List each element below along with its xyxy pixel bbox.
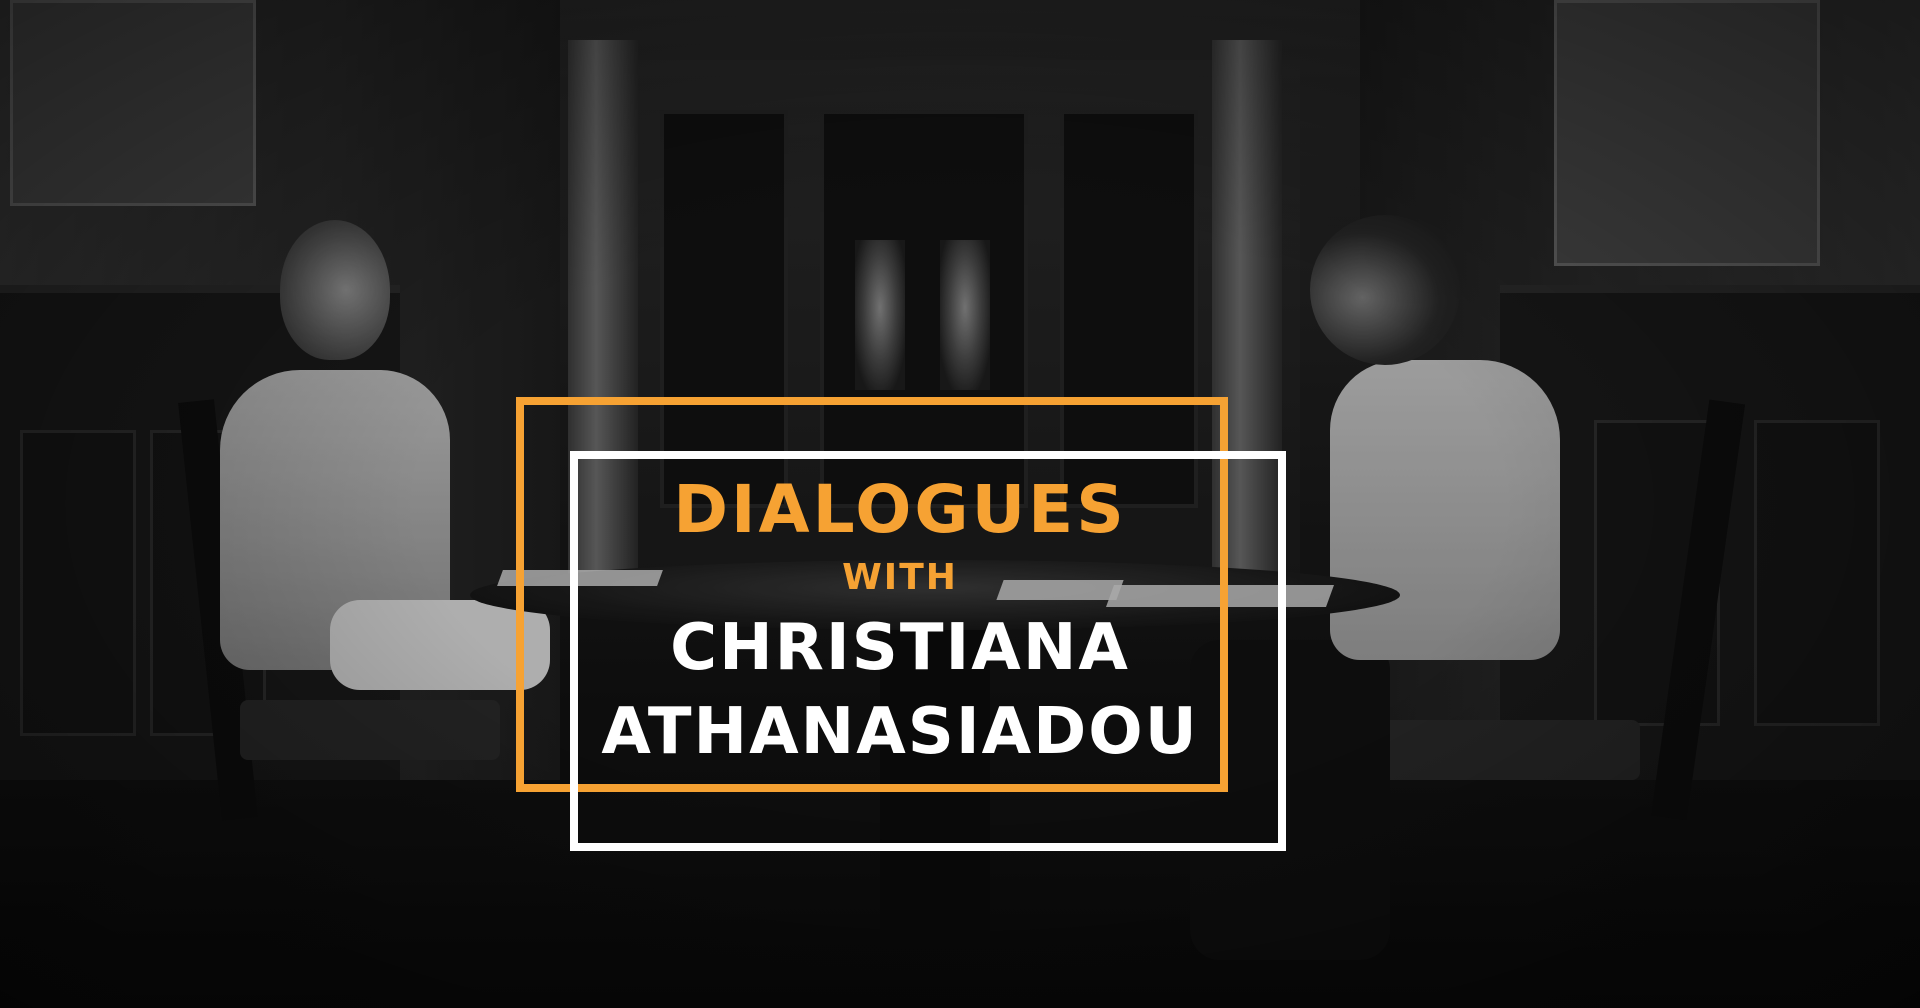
- title-with: WITH: [842, 557, 958, 598]
- interview-photo: DIALOGUES WITH CHRISTIANA ATHANASIADOU: [0, 0, 1920, 1008]
- title-dialogues: DIALOGUES: [673, 471, 1127, 548]
- guest-name-last: ATHANASIADOU: [601, 695, 1199, 769]
- guest-name-first: CHRISTIANA: [670, 611, 1130, 685]
- title-block: DIALOGUES WITH CHRISTIANA ATHANASIADOU: [560, 470, 1240, 774]
